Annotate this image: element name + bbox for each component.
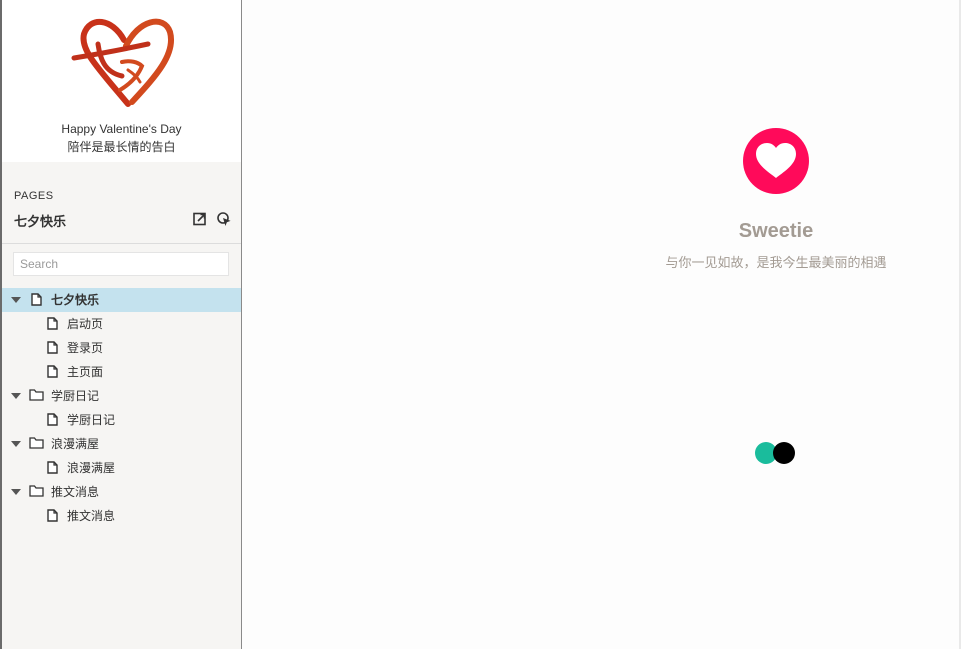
search-input[interactable] (13, 252, 229, 276)
tree-item-xuechu-riji[interactable]: 学厨日记 (2, 408, 241, 432)
page-icon (31, 293, 42, 306)
tree-item-label: 浪漫满屋 (67, 461, 116, 475)
folder-icon (29, 389, 44, 401)
tree-item-label: 主页面 (67, 365, 104, 379)
prototype-preview: Sweetie 与你一见如故，是我今生最美丽的相遇 (243, 0, 961, 649)
folder-icon (29, 485, 44, 497)
tree-item-label: 浪漫满屋 (51, 437, 100, 451)
folder-icon (29, 437, 44, 449)
page-icon (47, 509, 58, 522)
tree-item-langman-manwu[interactable]: 浪漫满屋 (2, 456, 241, 480)
tree-folder-xuechu-riji[interactable]: 学厨日记 (2, 384, 241, 408)
tree-item-label: 学厨日记 (51, 389, 100, 403)
tree-folder-tuiwen-xiaoxi[interactable]: 推文消息 (2, 480, 241, 504)
page-tree: 七夕快乐 启动页 登录页 主页面 学厨日记 学厨日记 浪漫满屋 浪漫满屋 推文消… (2, 288, 241, 528)
page-icon (47, 461, 58, 474)
tree-folder-langman-manwu[interactable]: 浪漫满屋 (2, 432, 241, 456)
export-icon[interactable] (192, 211, 208, 232)
tree-item-qidongye[interactable]: 启动页 (2, 312, 241, 336)
pages-section-label: PAGES (14, 190, 54, 202)
tree-item-tuiwen-xiaoxi[interactable]: 推文消息 (2, 504, 241, 528)
brand-header: Happy Valentine's Day 陪伴是最长情的告白 (2, 0, 241, 162)
caret-down-icon[interactable] (11, 393, 21, 399)
qixi-heart-logo (71, 18, 175, 107)
caret-down-icon[interactable] (11, 297, 21, 303)
caret-down-icon[interactable] (11, 489, 21, 495)
tree-item-label: 学厨日记 (67, 413, 116, 427)
sidebar-divider (2, 243, 241, 244)
page-icon (47, 317, 58, 330)
page-icon (47, 413, 58, 426)
tree-item-qixi-kuaile[interactable]: 七夕快乐 (2, 288, 241, 312)
app-name: Sweetie (738, 220, 814, 242)
tree-item-dengluye[interactable]: 登录页 (2, 336, 241, 360)
loader-dot-black (773, 442, 795, 464)
tree-item-zhuyemian[interactable]: 主页面 (2, 360, 241, 384)
tree-item-label: 七夕快乐 (51, 293, 100, 307)
caret-down-icon[interactable] (11, 441, 21, 447)
tree-item-label: 登录页 (67, 341, 104, 355)
page-icon (47, 365, 58, 378)
loading-indicator (755, 442, 797, 464)
page-icon (47, 341, 58, 354)
tree-item-label: 推文消息 (51, 485, 100, 499)
app-tagline: 与你一见如故，是我今生最美丽的相遇 (665, 256, 887, 271)
brand-tagline-cn: 陪伴是最长情的告白 (67, 140, 176, 154)
pointer-icon[interactable] (216, 211, 232, 232)
brand-tagline-en: Happy Valentine's Day (61, 122, 182, 136)
pages-sidebar: Happy Valentine's Day 陪伴是最长情的告白 PAGES 七夕… (2, 0, 242, 649)
tree-item-label: 推文消息 (67, 509, 116, 523)
tree-item-label: 启动页 (67, 317, 104, 331)
heart-icon (743, 128, 809, 194)
project-title: 七夕快乐 (14, 215, 67, 230)
